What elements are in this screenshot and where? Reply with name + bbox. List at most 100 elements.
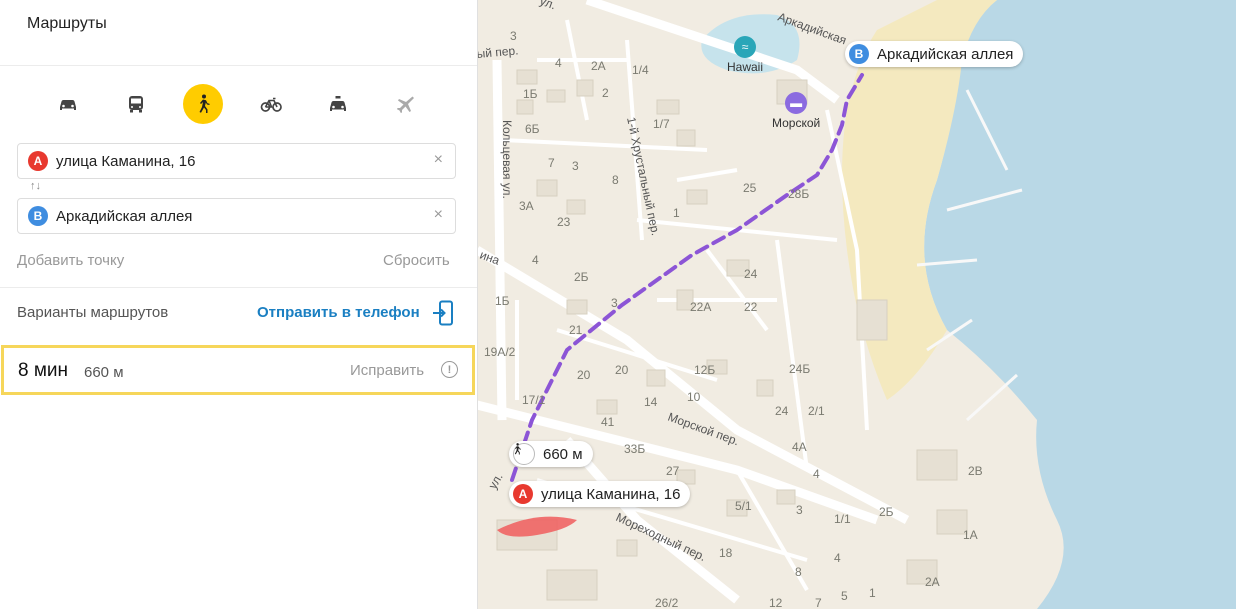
- house-number: 1: [673, 206, 680, 220]
- house-number: 3: [510, 29, 517, 43]
- bed-icon: ▬: [785, 92, 808, 114]
- house-number: 14: [644, 395, 658, 409]
- house-number: 17/1: [522, 393, 546, 407]
- house-number: 7: [548, 156, 555, 170]
- destination-field[interactable]: B Аркадийская аллея ×: [17, 198, 456, 234]
- house-number: 41: [601, 415, 615, 429]
- house-number: 2: [602, 86, 609, 100]
- taxi-mode-button[interactable]: [318, 84, 358, 124]
- route-variants-label: Варианты маршрутов: [17, 304, 169, 321]
- map-layer: Кольцевая ул. 1-й Хрустальный пер. Морск…: [477, 0, 1236, 609]
- house-number: 3А: [519, 199, 534, 213]
- route-option-card[interactable]: 8 мин 660 м Исправить !: [1, 345, 475, 395]
- fix-route-link[interactable]: Исправить: [350, 362, 424, 379]
- plane-mode-icon: [397, 96, 414, 113]
- origin-field[interactable]: A улица Каманина, 16 ×: [17, 143, 456, 179]
- house-number: 18: [719, 546, 733, 560]
- house-number: 4: [834, 551, 841, 565]
- house-number: 4: [813, 467, 820, 481]
- house-number: 4: [532, 253, 539, 267]
- add-point-link[interactable]: Добавить точку: [17, 252, 124, 269]
- route-distance: 660 м: [84, 364, 124, 381]
- house-number: 1/1: [834, 512, 851, 526]
- car-mode-button[interactable]: [48, 84, 88, 124]
- transport-modes: [46, 84, 446, 124]
- house-number: 33Б: [624, 442, 645, 456]
- bus-mode-icon: [129, 96, 143, 113]
- house-number: 1Б: [495, 294, 510, 308]
- house-number: 6Б: [525, 122, 540, 136]
- swap-icon[interactable]: ↑↓: [30, 180, 41, 192]
- start-point-name: улица Каманина, 16: [541, 485, 681, 503]
- house-number: 28Б: [788, 187, 809, 201]
- house-number: 22А: [690, 300, 711, 314]
- bike-mode-button[interactable]: [251, 84, 291, 124]
- send-to-phone-link[interactable]: Отправить в телефон: [257, 304, 420, 321]
- end-marker: B: [849, 44, 869, 64]
- walk-distance-label: 660 м: [509, 441, 593, 467]
- house-number: 25: [743, 181, 757, 195]
- end-point-label[interactable]: B Аркадийская аллея: [845, 41, 1024, 67]
- poi-label: Морской: [772, 116, 821, 130]
- origin-input-value[interactable]: улица Каманина, 16: [56, 153, 195, 170]
- info-icon[interactable]: !: [441, 361, 458, 378]
- house-number: 4: [555, 56, 562, 70]
- house-number: 27: [666, 464, 680, 478]
- house-number: 2В: [968, 464, 983, 478]
- clear-origin-icon[interactable]: ×: [434, 151, 443, 169]
- bus-mode-button[interactable]: [116, 84, 156, 124]
- house-number: 24Б: [789, 362, 810, 376]
- clear-destination-icon[interactable]: ×: [434, 206, 443, 224]
- destination-input-value[interactable]: Аркадийская аллея: [56, 208, 192, 225]
- street-label: ый пер.: [477, 43, 519, 61]
- destination-marker: B: [28, 206, 48, 226]
- house-number: 8: [795, 565, 802, 579]
- poi-morskoy[interactable]: ▬ Морской: [772, 92, 820, 130]
- house-number: 4А: [792, 440, 807, 454]
- house-number: 22: [744, 300, 758, 314]
- send-to-phone-icon[interactable]: [432, 300, 454, 326]
- house-number: 12: [769, 596, 783, 609]
- house-number: 12Б: [694, 363, 715, 377]
- house-number: 2/1: [808, 404, 825, 418]
- house-number: 24: [775, 404, 789, 418]
- walk-icon: [513, 443, 535, 465]
- dolphin-icon: ≈: [734, 36, 756, 58]
- house-number: 21: [569, 323, 583, 337]
- house-number: 1/4: [632, 63, 649, 77]
- bike-mode-icon: [260, 97, 282, 112]
- house-number: 5: [841, 589, 848, 603]
- street-label: ул.: [485, 471, 505, 492]
- house-number: 20: [615, 363, 629, 377]
- origin-marker: A: [28, 151, 48, 171]
- house-number: 1Б: [523, 87, 538, 101]
- house-number: 23: [557, 215, 571, 229]
- start-point-label[interactable]: A улица Каманина, 16: [509, 481, 691, 507]
- map-canvas[interactable]: Кольцевая ул. 1-й Хрустальный пер. Морск…: [477, 0, 1236, 609]
- house-number: 8: [612, 173, 619, 187]
- poi-label: Hawaii: [727, 60, 764, 74]
- end-point-name: Аркадийская аллея: [877, 45, 1014, 63]
- divider: [0, 287, 477, 288]
- street-label: Кольцевая ул.: [500, 120, 514, 199]
- house-number: 1: [869, 586, 876, 600]
- walk-mode-button[interactable]: [183, 84, 223, 124]
- house-number: 5/1: [735, 499, 752, 513]
- house-number: 2А: [925, 575, 940, 589]
- walk-distance: 660 м: [543, 445, 583, 463]
- house-number: 2Б: [879, 505, 894, 519]
- route-panel: Маршруты A улица Каманина, 16 × ↑↓ B Арк…: [0, 0, 478, 609]
- taxi-mode-icon: [330, 96, 346, 111]
- house-number: 10: [687, 390, 701, 404]
- house-number: 26/2: [655, 596, 679, 609]
- house-number: 2А: [591, 59, 606, 73]
- poi-hawaii[interactable]: ≈ Hawaii: [727, 36, 763, 74]
- house-number: 19А/2: [484, 345, 516, 359]
- reset-link[interactable]: Сбросить: [383, 252, 450, 269]
- panel-title: Маршруты: [27, 15, 107, 32]
- divider: [0, 65, 477, 66]
- walk-mode-icon: [199, 94, 210, 113]
- car-mode-icon: [60, 100, 76, 110]
- house-number: 20: [577, 368, 591, 382]
- plane-mode-button[interactable]: [386, 84, 426, 124]
